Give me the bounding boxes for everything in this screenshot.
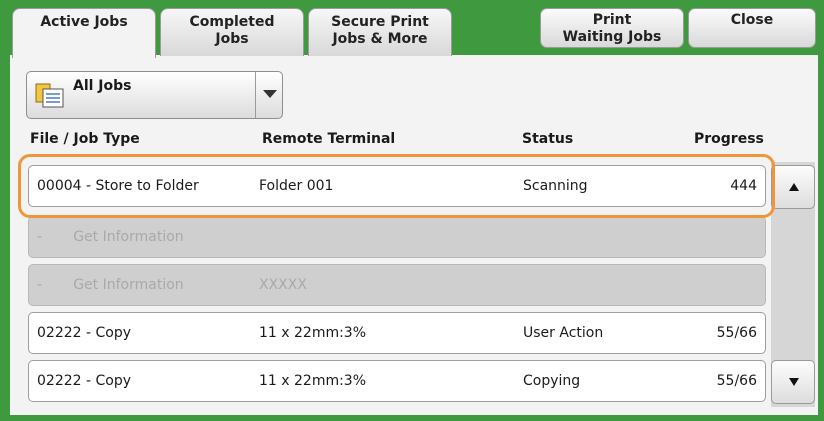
scroll-up-button[interactable] bbox=[771, 165, 815, 209]
arrow-up-icon bbox=[789, 183, 799, 191]
arrow-down-icon bbox=[789, 378, 799, 386]
tab-secure-print-label-1: Secure Print bbox=[331, 14, 429, 30]
cell-type: 02222 - Copy bbox=[37, 373, 132, 389]
dropdown-divider bbox=[255, 72, 256, 118]
cell-progress: 55/66 bbox=[716, 373, 757, 389]
chevron-down-icon bbox=[263, 90, 277, 98]
column-header-type: File / Job Type bbox=[30, 131, 140, 147]
job-filter-selected: All Jobs bbox=[73, 78, 132, 94]
tab-secure-print-label-2: Jobs & More bbox=[332, 31, 428, 47]
table-row: - Get Information XXXXX bbox=[28, 264, 766, 306]
tab-secure-print[interactable]: Secure Print Jobs & More bbox=[308, 8, 452, 56]
cell-type: - Get Information bbox=[37, 277, 184, 293]
table-row[interactable]: 02222 - Copy 11 x 22mm:3% User Action 55… bbox=[28, 312, 766, 354]
tab-completed-jobs[interactable]: Completed Jobs bbox=[160, 8, 304, 56]
job-status-screen: Active Jobs Completed Jobs Secure Print … bbox=[0, 0, 824, 421]
table-row[interactable]: 00004 - Store to Folder Folder 001 Scann… bbox=[28, 165, 766, 207]
tab-completed-jobs-label-2: Jobs bbox=[215, 31, 249, 47]
cell-status: User Action bbox=[523, 325, 604, 341]
cell-type: 02222 - Copy bbox=[37, 325, 132, 341]
table-row: - Get Information bbox=[28, 216, 766, 258]
cell-terminal: 11 x 22mm:3% bbox=[259, 373, 367, 389]
cell-status: Copying bbox=[523, 373, 581, 389]
cell-terminal: XXXXX bbox=[259, 277, 307, 293]
cell-status: Scanning bbox=[523, 178, 588, 194]
job-filter-dropdown[interactable]: All Jobs bbox=[26, 71, 283, 119]
cell-progress: 55/66 bbox=[716, 325, 757, 341]
column-header-progress: Progress bbox=[694, 131, 764, 147]
print-waiting-label-1: Print bbox=[592, 12, 632, 28]
column-header-terminal: Remote Terminal bbox=[262, 131, 396, 147]
tab-active-jobs-label: Active Jobs bbox=[40, 14, 128, 30]
cell-terminal: Folder 001 bbox=[259, 178, 334, 194]
close-button[interactable]: Close bbox=[688, 8, 816, 48]
table-row[interactable]: 02222 - Copy 11 x 22mm:3% Copying 55/66 bbox=[28, 360, 766, 402]
column-header-status: Status bbox=[522, 131, 574, 147]
tab-active-jobs[interactable]: Active Jobs bbox=[12, 8, 156, 58]
close-button-label: Close bbox=[730, 12, 774, 28]
print-waiting-jobs-button[interactable]: Print Waiting Jobs bbox=[540, 8, 684, 48]
cell-type: - Get Information bbox=[37, 229, 184, 245]
cell-terminal: 11 x 22mm:3% bbox=[259, 325, 367, 341]
print-waiting-label-2: Waiting Jobs bbox=[562, 29, 662, 45]
cell-type: 00004 - Store to Folder bbox=[37, 178, 199, 194]
job-list-icon bbox=[35, 83, 64, 108]
cell-progress: 444 bbox=[730, 178, 757, 194]
tab-completed-jobs-label-1: Completed bbox=[189, 14, 275, 30]
scroll-down-button[interactable] bbox=[771, 360, 815, 404]
